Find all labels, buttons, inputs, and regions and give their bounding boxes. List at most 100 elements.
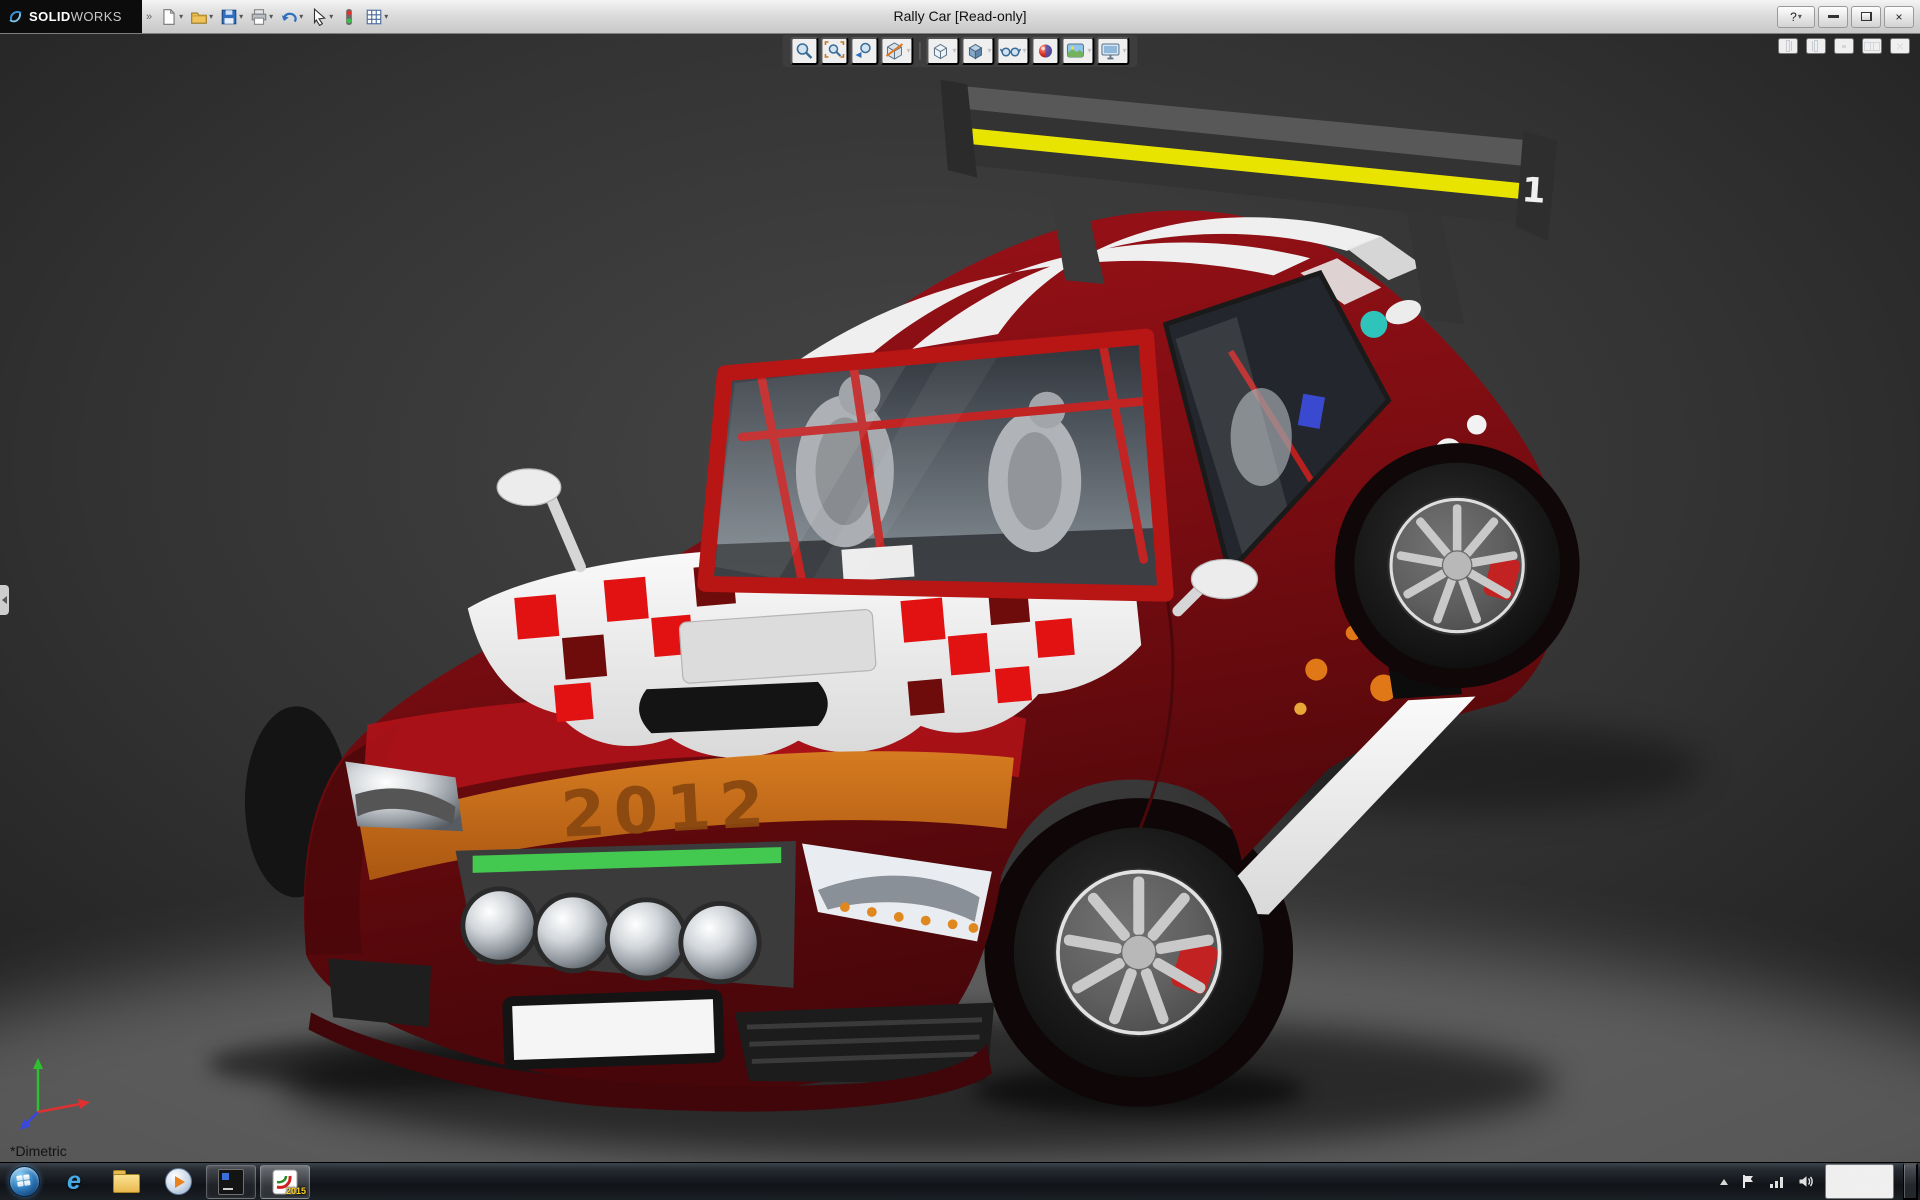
taskbar-internet-explorer[interactable]: e	[48, 1163, 100, 1200]
document-window-controls: ×	[1778, 38, 1910, 54]
help-button[interactable]: ?▾	[1777, 6, 1815, 28]
previous-view-icon	[853, 40, 875, 62]
media-player-icon	[165, 1168, 192, 1195]
windshield	[705, 327, 1165, 594]
display-style-shaded-cube-icon	[964, 40, 986, 62]
taskbar-solidworks-2015[interactable]: 2015	[260, 1165, 310, 1199]
open-document-button[interactable]: ▾	[188, 6, 215, 28]
print-button[interactable]: ▾	[248, 6, 275, 28]
options-grid-icon	[365, 8, 383, 26]
view-orientation-cube-icon	[929, 40, 951, 62]
document-close-icon: ×	[1896, 38, 1904, 54]
view-settings-monitor-icon	[1100, 40, 1122, 62]
hide-show-items-button[interactable]: ▾	[997, 37, 1030, 65]
left-bumper-vent	[328, 959, 431, 1028]
taskbar-file-explorer[interactable]	[100, 1163, 152, 1200]
new-document-icon	[160, 8, 178, 26]
document-close-button[interactable]: ×	[1890, 38, 1910, 54]
system-tray: 4:03 PM 7/13/2015	[1718, 1163, 1920, 1200]
car-year-decal: 2012	[559, 768, 774, 853]
apply-scene-icon	[1065, 40, 1087, 62]
brand-text: SOLIDWORKS	[29, 9, 122, 24]
show-hidden-icons-arrow-icon	[1720, 1179, 1728, 1185]
volume-icon	[1798, 1174, 1814, 1189]
rally-car-scene: 2012	[0, 33, 1920, 1163]
solidworks-brand: SOLIDWORKS	[0, 0, 142, 33]
zoom-to-area-icon	[823, 40, 845, 62]
minimize-icon	[1828, 15, 1839, 18]
close-button[interactable]: ×	[1884, 6, 1914, 28]
apply-scene-button[interactable]: ▾	[1062, 37, 1095, 65]
select-cursor-icon	[310, 8, 328, 26]
rear-wheel	[1335, 443, 1580, 688]
save-button[interactable]: ▾	[218, 6, 245, 28]
document-minimize-button[interactable]	[1834, 38, 1854, 54]
taskbar-command-prompt[interactable]	[206, 1165, 256, 1199]
edit-appearance-button[interactable]	[1032, 37, 1060, 65]
print-icon	[250, 8, 268, 26]
section-view-button[interactable]: ▾	[880, 37, 913, 65]
hide-show-glasses-icon	[1000, 40, 1022, 62]
network-button[interactable]	[1767, 1174, 1787, 1189]
document-restore-icon	[1870, 42, 1874, 51]
license-plate	[507, 994, 720, 1065]
rear-deck-detail	[1360, 311, 1387, 338]
select-button[interactable]: ▾	[308, 6, 335, 28]
display-style-button[interactable]: ▾	[961, 37, 994, 65]
hood-scoop	[639, 682, 828, 733]
toolbar-expand-chevron[interactable]: »	[146, 11, 152, 23]
wing-number: 1	[1521, 170, 1548, 212]
clock-date: 7/13/2015	[1833, 1182, 1886, 1198]
front-wheel	[1014, 828, 1264, 1078]
rebuild-traffic-light-icon	[340, 8, 358, 26]
pane-split-button[interactable]	[1806, 38, 1826, 54]
action-center-button[interactable]	[1739, 1174, 1758, 1189]
windows-orb-icon	[9, 1166, 40, 1197]
rebuild-button[interactable]	[338, 6, 360, 28]
zoom-to-fit-icon	[793, 40, 815, 62]
options-button[interactable]: ▾	[363, 6, 390, 28]
folder-icon	[113, 1174, 140, 1193]
toolbar-separator	[919, 42, 920, 60]
restore-icon	[1861, 12, 1872, 21]
pane-single-button[interactable]	[1778, 38, 1798, 54]
volume-button[interactable]	[1796, 1174, 1816, 1189]
zoom-to-fit-button[interactable]	[790, 37, 818, 65]
document-minimize-icon	[1842, 45, 1846, 48]
pane-split-icon	[1814, 40, 1818, 52]
taskbar-clock[interactable]: 4:03 PM 7/13/2015	[1825, 1164, 1894, 1199]
hood-vent	[679, 609, 876, 684]
main-toolbar: ▾ ▾ ▾ ▾ ▾	[158, 6, 390, 28]
show-hidden-icons-button[interactable]	[1718, 1179, 1730, 1185]
document-restore-button[interactable]	[1862, 38, 1882, 54]
action-center-flag-icon	[1741, 1174, 1756, 1189]
new-document-button[interactable]: ▾	[158, 6, 185, 28]
heads-up-view-toolbar: ▾ ▾ ▾ ▾	[782, 35, 1137, 67]
solidworks-version-badge: 2015	[286, 1187, 306, 1196]
feature-tree-collapsed-tab[interactable]	[0, 585, 9, 615]
minimize-button[interactable]	[1818, 6, 1848, 28]
taskbar-windows-media-player[interactable]	[152, 1163, 204, 1200]
window-controls: ?▾ ×	[1777, 6, 1920, 28]
start-button[interactable]	[0, 1163, 48, 1200]
show-desktop-button[interactable]	[1903, 1163, 1918, 1200]
view-orientation-label: *Dimetric	[10, 1143, 67, 1159]
clock-time: 4:03 PM	[1833, 1166, 1886, 1182]
undo-button[interactable]: ▾	[278, 6, 305, 28]
view-settings-button[interactable]: ▾	[1097, 37, 1130, 65]
edit-appearance-ball-icon	[1035, 40, 1057, 62]
pane-single-icon	[1786, 40, 1790, 52]
view-orientation-button[interactable]: ▾	[926, 37, 959, 65]
zoom-to-area-button[interactable]	[820, 37, 848, 65]
collapse-arrow-icon	[2, 596, 7, 604]
taskbar: e 2015	[0, 1162, 1920, 1200]
restore-button[interactable]	[1851, 6, 1881, 28]
command-prompt-icon	[218, 1169, 244, 1195]
3d-viewport[interactable]: 2012	[0, 33, 1920, 1163]
title-bar[interactable]: SOLIDWORKS » ▾ ▾ ▾	[0, 0, 1920, 34]
network-icon	[1769, 1174, 1785, 1189]
open-folder-icon	[190, 8, 208, 26]
previous-view-button[interactable]	[850, 37, 878, 65]
save-floppy-icon	[220, 8, 238, 26]
section-view-icon	[883, 40, 905, 62]
